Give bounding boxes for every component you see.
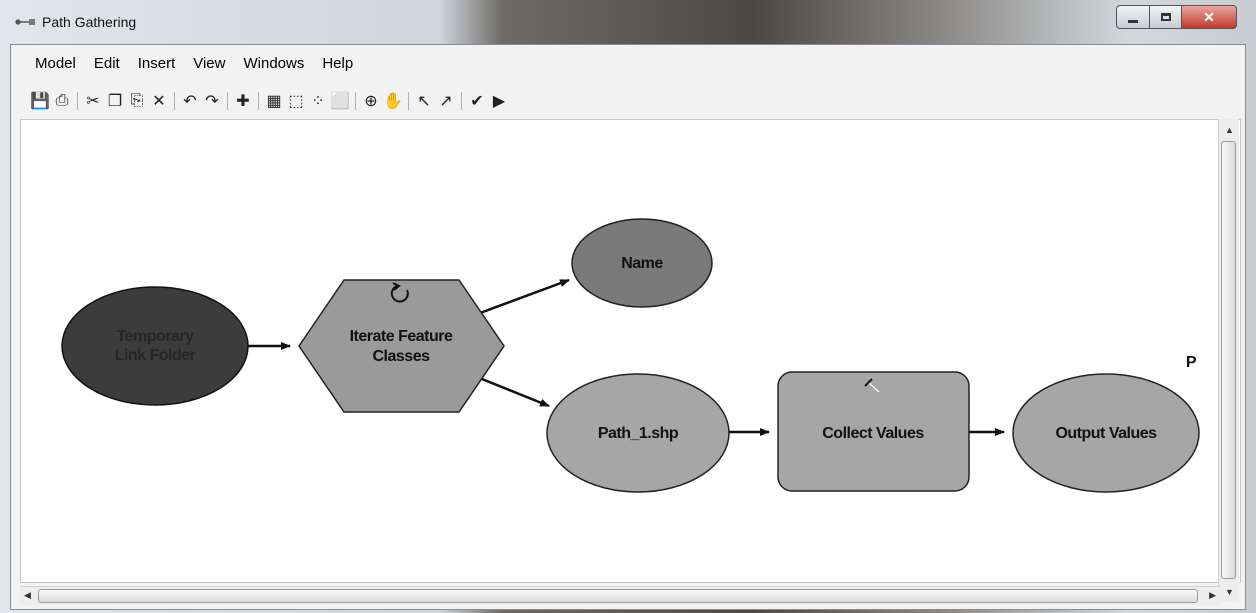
node-output-values[interactable]: Output Values <box>1012 373 1200 493</box>
minimize-button[interactable] <box>1116 5 1150 29</box>
menu-bar: Model Edit Insert View Windows Help <box>11 51 362 75</box>
toolbar-separator <box>258 92 259 110</box>
copy-icon[interactable]: ❐ <box>104 90 126 112</box>
model-diagram: Temporary Link Folder Iterate Feature Cl… <box>61 218 1200 493</box>
menu-edit[interactable]: Edit <box>85 51 129 75</box>
path-1-shp-label: Path_1.shp <box>598 425 679 442</box>
node-path-1-shp[interactable]: Path_1.shp <box>546 373 730 493</box>
precondition-label: P <box>1186 354 1197 371</box>
zoom-in-icon[interactable]: ⊕ <box>360 90 382 112</box>
model-canvas[interactable]: Temporary Link Folder Iterate Feature Cl… <box>20 119 1241 583</box>
toolbar-separator <box>77 92 78 110</box>
print-icon[interactable]: ⎙ <box>51 90 73 112</box>
menu-model[interactable]: Model <box>11 51 85 75</box>
auto-layout-icon[interactable]: ▦ <box>263 90 285 112</box>
output-values-label: Output Values <box>1055 425 1157 442</box>
scroll-right-icon[interactable]: ▶ <box>1209 590 1216 601</box>
menu-view[interactable]: View <box>184 51 234 75</box>
window-title: Path Gathering <box>42 14 137 30</box>
maximize-button[interactable] <box>1149 5 1182 29</box>
validate-icon[interactable]: ✔ <box>466 90 488 112</box>
node-temporary-link-folder[interactable]: Temporary Link Folder <box>61 286 249 406</box>
temporary-link-folder-shape <box>61 286 249 406</box>
scroll-down-icon[interactable]: ▼ <box>1225 587 1234 597</box>
maximize-icon <box>1160 13 1171 21</box>
connector-iterate-to-path[interactable] <box>471 373 550 408</box>
toolbar: 💾 ⎙ ✂ ❐ ⎘ ✕ ↶ ↷ ✚ ▦ ⬚ ⁘ ⬜ ⊕ ✋ ↖ ↗ ✔ ▶ <box>29 89 510 113</box>
vertical-scrollbar[interactable]: ▲ ▼ <box>1218 119 1239 601</box>
node-iterate-feature-classes[interactable]: Iterate Feature Classes <box>298 279 505 413</box>
run-icon[interactable]: ▶ <box>488 90 510 112</box>
horizontal-scroll-thumb[interactable] <box>38 589 1198 603</box>
iterate-feature-classes-label-line2: Classes <box>373 348 431 365</box>
model-app-icon <box>15 19 35 25</box>
node-name[interactable]: Name <box>571 218 713 308</box>
collect-values-label: Collect Values <box>822 425 924 442</box>
application-window: Path Gathering ✕ Model Edit Insert View … <box>0 0 1256 613</box>
iterate-feature-classes-shape <box>298 279 505 413</box>
menu-insert[interactable]: Insert <box>129 51 185 75</box>
select-icon[interactable]: ↖ <box>413 90 435 112</box>
redo-icon[interactable]: ↷ <box>201 90 223 112</box>
toolbar-separator <box>227 92 228 110</box>
scroll-up-icon[interactable]: ▲ <box>1225 125 1234 135</box>
vertical-scroll-thumb[interactable] <box>1221 141 1236 579</box>
connector-iterate-to-name[interactable] <box>471 278 570 318</box>
delete-icon[interactable]: ✕ <box>148 90 170 112</box>
paste-icon[interactable]: ⎘ <box>126 90 148 112</box>
menu-windows[interactable]: Windows <box>234 51 313 75</box>
fixed-zoom-out-icon[interactable]: ⬜ <box>329 90 351 112</box>
toolbar-separator <box>461 92 462 110</box>
close-icon: ✕ <box>1203 8 1215 25</box>
menu-help[interactable]: Help <box>313 51 362 75</box>
temporary-link-folder-label-line2: Link Folder <box>115 347 196 364</box>
scroll-left-icon[interactable]: ◀ <box>24 590 31 601</box>
toolbar-separator <box>355 92 356 110</box>
save-icon[interactable]: 💾 <box>29 90 51 112</box>
toolbar-separator <box>174 92 175 110</box>
model-builder-client: Model Edit Insert View Windows Help 💾 ⎙ ✂ ❐… <box>10 44 1246 610</box>
toolbar-separator <box>408 92 409 110</box>
node-collect-values[interactable]: Collect Values <box>777 371 970 492</box>
temporary-link-folder-label-line1: Temporary <box>116 328 194 345</box>
pan-icon[interactable]: ✋ <box>382 90 404 112</box>
connect-icon[interactable]: ↗ <box>435 90 457 112</box>
cut-icon[interactable]: ✂ <box>82 90 104 112</box>
iterate-feature-classes-label-line1: Iterate Feature <box>350 328 453 345</box>
name-label: Name <box>621 255 663 272</box>
title-bar[interactable]: Path Gathering ✕ <box>0 0 1256 44</box>
full-extent-icon[interactable]: ⬚ <box>285 90 307 112</box>
close-button[interactable]: ✕ <box>1181 5 1237 29</box>
fixed-zoom-in-icon[interactable]: ⁘ <box>307 90 329 112</box>
undo-icon[interactable]: ↶ <box>179 90 201 112</box>
minimize-icon <box>1128 19 1138 23</box>
horizontal-scrollbar[interactable]: ◀ ▶ <box>20 586 1220 605</box>
add-data-icon[interactable]: ✚ <box>232 90 254 112</box>
